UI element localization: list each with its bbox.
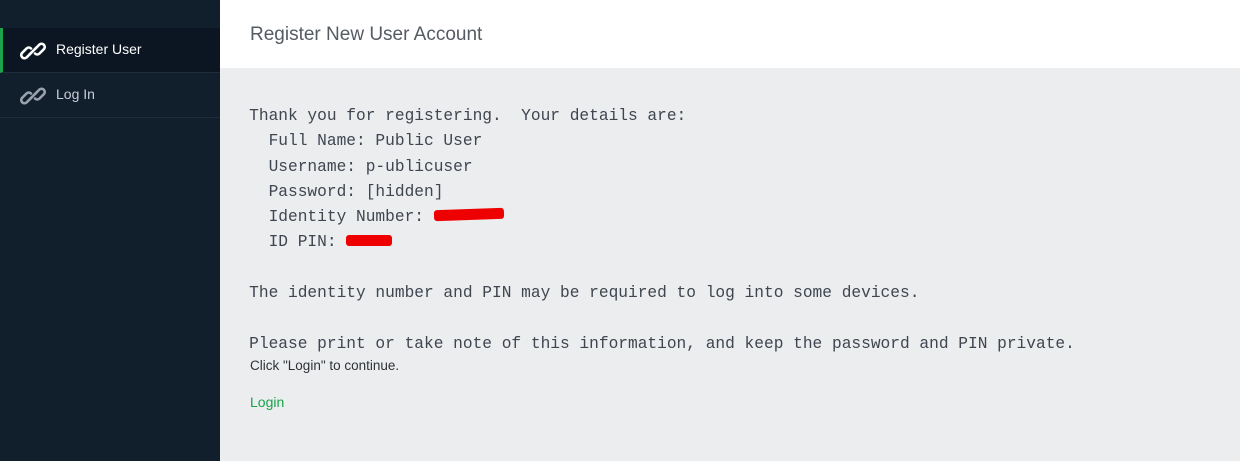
id-pin-label: ID PIN: [220, 233, 347, 252]
identity-note-line: The identity number and PIN may be requi… [220, 284, 920, 303]
redaction-mark [433, 208, 504, 222]
username-line: Username: p-ublicuser [220, 157, 473, 176]
password-line: Password: [hidden] [220, 182, 444, 201]
page-header: Register New User Account [220, 0, 1240, 68]
page-title: Register New User Account [250, 24, 483, 45]
identity-number-label: Identity Number: [220, 208, 434, 227]
continue-note: Click "Login" to continue. [250, 358, 400, 373]
print-note-line: Please print or take note of this inform… [220, 334, 1075, 353]
identity-number-line: Identity Number: [220, 205, 1240, 230]
redaction-mark [346, 234, 393, 246]
sidebar-item-label: Log In [56, 86, 95, 102]
id-pin-line: ID PIN: [220, 230, 1240, 255]
sidebar-item-register-user[interactable]: Register User [0, 28, 220, 73]
login-link[interactable]: Login [250, 394, 284, 410]
link-icon [20, 87, 46, 105]
main-content: Thank you for registering. Your details … [220, 68, 1240, 461]
sidebar: Register User Log In [0, 0, 220, 461]
sidebar-item-log-in[interactable]: Log In [0, 73, 220, 118]
registration-details: Thank you for registering. Your details … [220, 104, 1240, 357]
sidebar-item-label: Register User [56, 41, 142, 57]
full-name-line: Full Name: Public User [220, 132, 483, 151]
link-icon [20, 42, 46, 60]
app-window: Register User Log In Register New User A… [0, 0, 1240, 461]
thanks-line: Thank you for registering. Your details … [220, 107, 687, 125]
